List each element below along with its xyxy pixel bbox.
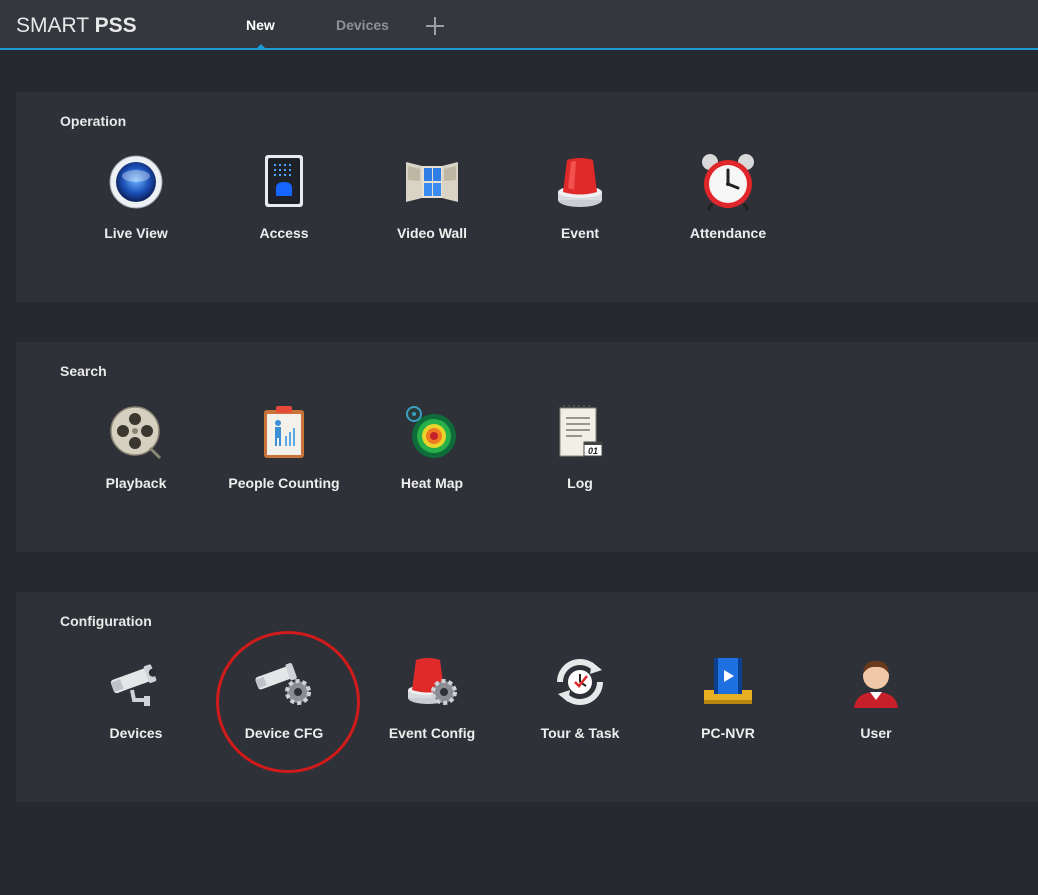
- tile-device-cfg[interactable]: Device CFG: [210, 652, 358, 752]
- configuration-panel: Configuration Devices Device CFG Event C…: [16, 592, 1038, 802]
- log-icon: 01: [550, 402, 610, 462]
- tile-event[interactable]: Event: [506, 152, 654, 252]
- active-tab-indicator: [256, 44, 266, 49]
- camera-gear-icon: [254, 652, 314, 712]
- access-icon: [254, 152, 314, 212]
- camera-icon: [106, 652, 166, 712]
- plus-icon[interactable]: [424, 15, 446, 37]
- tile-label: Log: [567, 475, 593, 491]
- tile-label: People Counting: [228, 475, 340, 491]
- tile-label: Event Config: [388, 725, 476, 741]
- tile-people-counting[interactable]: People Counting: [210, 402, 358, 502]
- search-panel: Search Playback People Counting Heat Map…: [16, 342, 1038, 552]
- tile-label: Device CFG: [244, 725, 324, 741]
- tile-attendance[interactable]: Attendance: [654, 152, 802, 252]
- tile-user[interactable]: User: [802, 652, 950, 752]
- film-reel-icon: [106, 402, 166, 462]
- tile-label: Playback: [105, 475, 167, 491]
- tile-heat-map[interactable]: Heat Map: [358, 402, 506, 502]
- tile-devices[interactable]: Devices: [62, 652, 210, 752]
- tile-label: Attendance: [689, 225, 767, 241]
- tile-label: PC-NVR: [701, 725, 755, 741]
- tile-event-config[interactable]: Event Config: [358, 652, 506, 752]
- tile-pc-nvr[interactable]: PC-NVR: [654, 652, 802, 752]
- tile-label: Video Wall: [396, 225, 467, 241]
- tile-label: User: [860, 725, 892, 741]
- tile-log[interactable]: 01 Log: [506, 402, 654, 502]
- pc-nvr-icon: [698, 652, 758, 712]
- alarm-gear-icon: [402, 652, 462, 712]
- tile-label: Devices: [109, 725, 163, 741]
- tab-devices[interactable]: Devices: [336, 17, 389, 33]
- operation-panel: Operation Live View Access Video Wall Ev…: [16, 92, 1038, 302]
- tile-tour-task[interactable]: Tour & Task: [506, 652, 654, 752]
- section-title-configuration: Configuration: [60, 613, 152, 629]
- people-counting-icon: [254, 402, 314, 462]
- tile-label: Tour & Task: [540, 725, 620, 741]
- alarm-clock-icon: [698, 152, 758, 212]
- tile-label: Heat Map: [400, 475, 464, 491]
- tile-video-wall[interactable]: Video Wall: [358, 152, 506, 252]
- video-wall-icon: [402, 152, 462, 212]
- tab-new[interactable]: New: [246, 17, 275, 33]
- tile-label: Access: [259, 225, 309, 241]
- user-icon: [846, 652, 906, 712]
- tile-live-view[interactable]: Live View: [62, 152, 210, 252]
- section-title-search: Search: [60, 363, 107, 379]
- app-logo: SMART PSS: [16, 14, 137, 37]
- tour-task-icon: [550, 652, 610, 712]
- section-title-operation: Operation: [60, 113, 127, 129]
- alarm-light-icon: [550, 152, 610, 212]
- live-view-icon: [106, 152, 166, 212]
- tile-label: Live View: [104, 225, 168, 241]
- heat-map-icon: [402, 402, 462, 462]
- top-bar: SMART PSS New Devices: [0, 0, 1038, 50]
- tile-access[interactable]: Access: [210, 152, 358, 252]
- log-badge: 01: [588, 446, 598, 456]
- tile-label: Event: [560, 225, 600, 241]
- tile-playback[interactable]: Playback: [62, 402, 210, 502]
